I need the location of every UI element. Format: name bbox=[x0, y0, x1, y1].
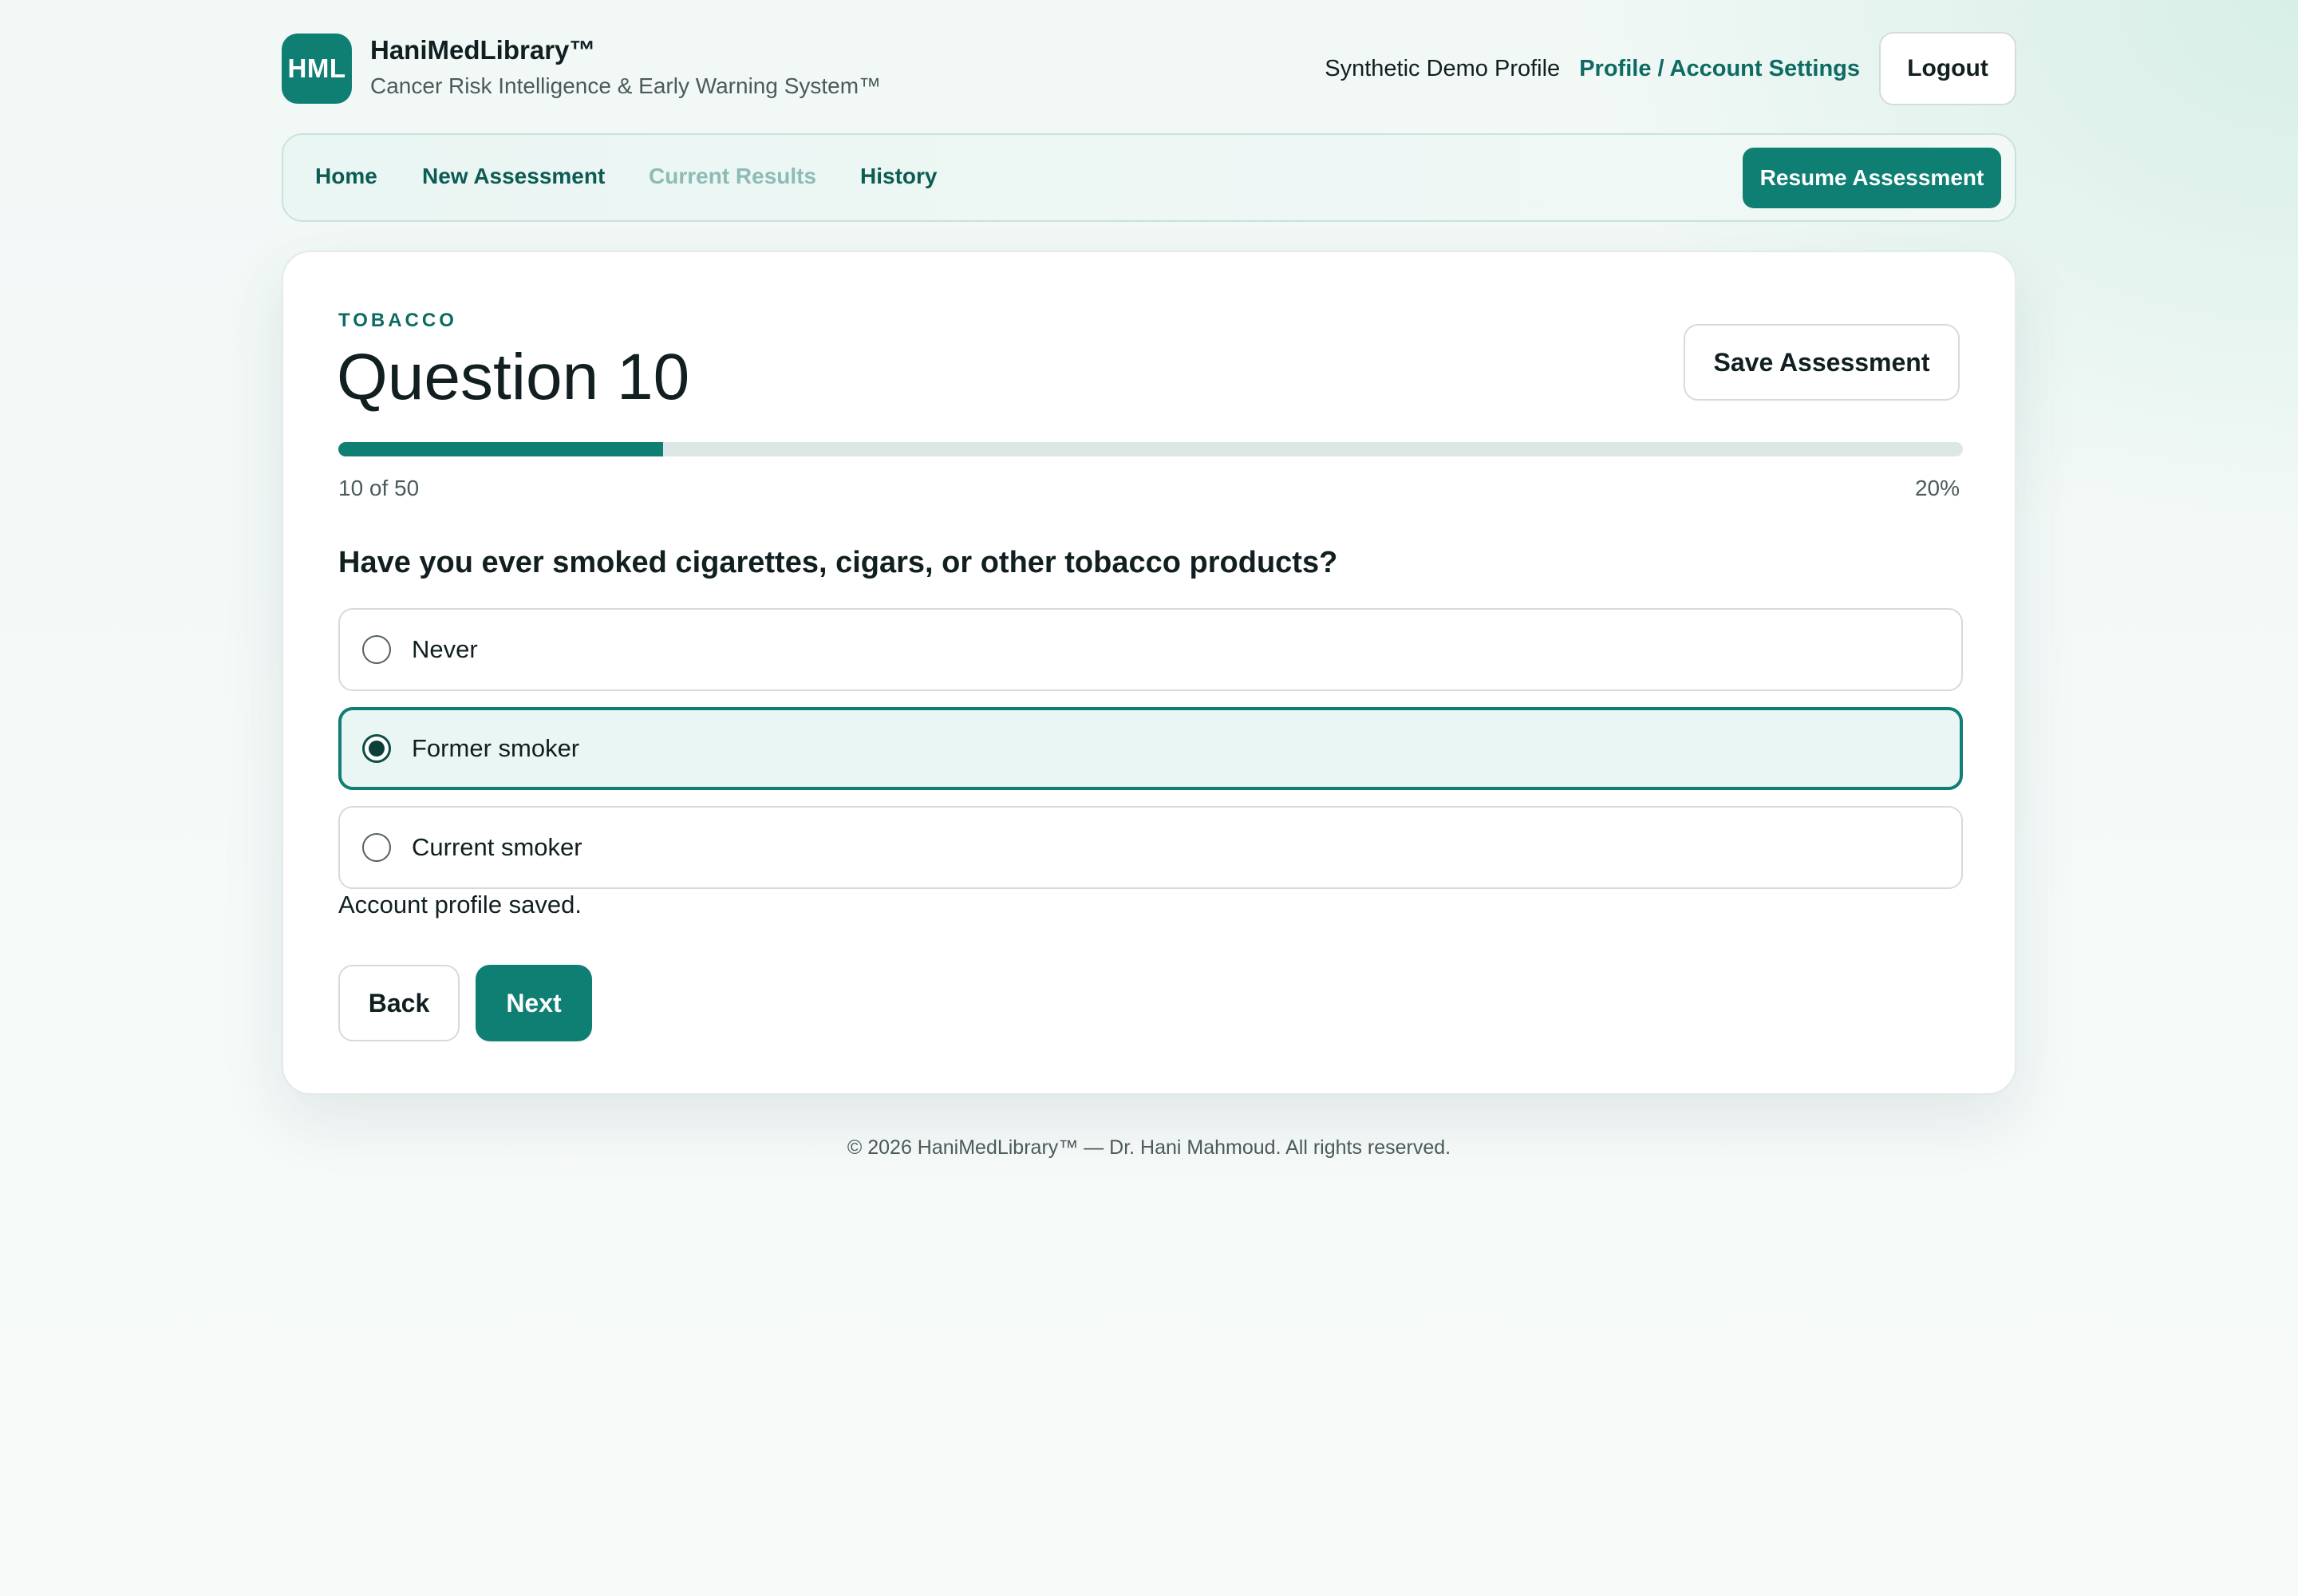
account-settings-link[interactable]: Profile / Account Settings bbox=[1579, 56, 1860, 82]
app-header: HML HaniMedLibrary™ Cancer Risk Intellig… bbox=[282, 0, 2016, 133]
header-account-area: Synthetic Demo Profile Profile / Account… bbox=[1325, 32, 2016, 105]
section-label: TOBACCO bbox=[338, 310, 457, 331]
question-title: Question 10 bbox=[337, 341, 690, 413]
next-button[interactable]: Next bbox=[476, 965, 592, 1041]
option-label: Former smoker bbox=[412, 734, 580, 762]
radio-unchecked-icon[interactable] bbox=[362, 635, 391, 664]
option-label: Never bbox=[412, 635, 478, 663]
main-nav: Home New Assessment Current Results Hist… bbox=[282, 133, 2016, 222]
radio-unchecked-icon[interactable] bbox=[362, 833, 391, 862]
question-card: TOBACCO Question 10 Save Assessment 10 o… bbox=[282, 251, 2016, 1095]
resume-assessment-button[interactable]: Resume Assessment bbox=[1743, 148, 2001, 208]
nav-item-current-results: Current Results bbox=[649, 164, 817, 188]
brand-title: HaniMedLibrary™ bbox=[370, 35, 596, 65]
option-former-smoker[interactable]: Former smoker bbox=[338, 707, 1963, 790]
brand-subtitle: Cancer Risk Intelligence & Early Warning… bbox=[370, 73, 882, 98]
app-container: HML HaniMedLibrary™ Cancer Risk Intellig… bbox=[282, 0, 2016, 1159]
back-button[interactable]: Back bbox=[338, 965, 460, 1041]
option-never[interactable]: Never bbox=[338, 608, 1963, 691]
radio-dot bbox=[369, 741, 385, 757]
status-message: Account profile saved. bbox=[338, 891, 582, 918]
radio-checked-icon[interactable] bbox=[362, 734, 391, 763]
option-current-smoker[interactable]: Current smoker bbox=[338, 806, 1963, 889]
footer-copyright: © 2026 HaniMedLibrary™ — Dr. Hani Mahmou… bbox=[847, 1136, 1451, 1159]
profile-name: Synthetic Demo Profile bbox=[1325, 55, 1561, 81]
nav-item-new-assessment[interactable]: New Assessment bbox=[422, 164, 605, 189]
progress-count: 10 of 50 bbox=[338, 476, 420, 500]
nav-item-home[interactable]: Home bbox=[315, 164, 377, 189]
progress-percent: 20% bbox=[1914, 476, 1960, 500]
progress-bar bbox=[338, 442, 1963, 456]
progress-bar-fill bbox=[338, 442, 664, 456]
option-label: Current smoker bbox=[412, 833, 582, 861]
save-assessment-button[interactable]: Save Assessment bbox=[1684, 324, 1960, 401]
question-prompt: Have you ever smoked cigarettes, cigars,… bbox=[338, 546, 1338, 579]
logout-button[interactable]: Logout bbox=[1879, 32, 2016, 105]
nav-item-history[interactable]: History bbox=[860, 164, 937, 189]
brand-logo[interactable]: HML bbox=[282, 34, 352, 104]
